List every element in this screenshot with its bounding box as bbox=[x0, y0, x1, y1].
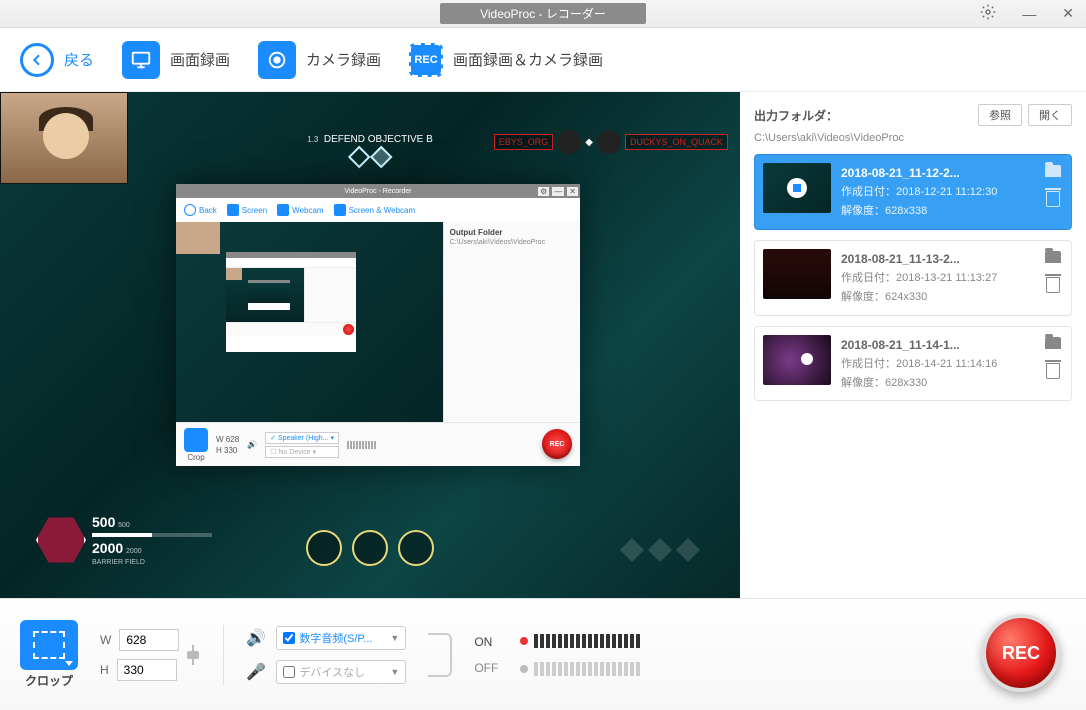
folder-icon[interactable] bbox=[1045, 337, 1061, 349]
recording-name: 2018-08-21_11-13-2... bbox=[841, 249, 1063, 269]
crop-button[interactable] bbox=[20, 620, 78, 670]
webcam-pip bbox=[0, 92, 128, 184]
crop-label: クロップ bbox=[25, 672, 73, 689]
recording-date: 作成日付：2018-12-21 11:12:30 bbox=[841, 183, 1063, 202]
recording-item[interactable]: 2018-08-21_11-12-2... 作成日付：2018-12-21 11… bbox=[754, 154, 1072, 230]
speaker-meter bbox=[520, 634, 640, 648]
height-label: H bbox=[100, 663, 109, 677]
screen-record-label: 画面録画 bbox=[170, 49, 230, 70]
microphone-icon: 🎤 bbox=[246, 662, 266, 682]
nested-toolbar: Back Screen Webcam Screen & Webcam bbox=[176, 198, 580, 222]
recording-item[interactable]: 2018-08-21_11-14-1... 作成日付：2018-14-21 11… bbox=[754, 326, 1072, 402]
recording-date: 作成日付：2018-14-21 11:14:16 bbox=[841, 355, 1063, 374]
recording-date: 作成日付：2018-13-21 11:13:27 bbox=[841, 269, 1063, 288]
lock-aspect-icon[interactable] bbox=[185, 645, 201, 665]
window-title: VideoProc - レコーダー bbox=[440, 3, 646, 24]
hud-players: EBYS_ORG ◆ DUCKYS_ON_QUACK bbox=[494, 130, 728, 154]
camera-record-label: カメラ録画 bbox=[306, 49, 381, 70]
recording-thumbnail bbox=[763, 249, 831, 299]
hud-bottom: 500 500 2000 2000 BARRIER FIELD bbox=[0, 510, 740, 580]
recording-name: 2018-08-21_11-14-1... bbox=[841, 335, 1063, 355]
back-button[interactable]: 戻る bbox=[20, 43, 94, 77]
trash-icon[interactable] bbox=[1046, 191, 1060, 207]
record-button[interactable]: REC bbox=[982, 614, 1060, 692]
off-label: OFF bbox=[474, 661, 498, 675]
recording-resolution: 解像度：628x330 bbox=[841, 374, 1063, 393]
mic-meter bbox=[520, 662, 640, 676]
hero-portrait bbox=[36, 515, 86, 565]
width-input[interactable] bbox=[119, 629, 179, 651]
preview-area[interactable]: 1.3 DEFEND OBJECTIVE B EBYS_ORG ◆ DUCKYS… bbox=[0, 92, 740, 598]
folder-icon[interactable] bbox=[1045, 251, 1061, 263]
trash-icon[interactable] bbox=[1046, 363, 1060, 379]
recording-thumbnail bbox=[763, 335, 831, 385]
recording-resolution: 解像度：628x338 bbox=[841, 202, 1063, 221]
mic-select[interactable]: デバイスなし▼ bbox=[276, 660, 406, 684]
open-button[interactable]: 開く bbox=[1028, 104, 1072, 126]
window-controls: — ✕ bbox=[974, 0, 1080, 27]
camera-icon bbox=[258, 41, 296, 79]
nested-window: VideoProc - Recorder ⚙—✕ Back Screen Web… bbox=[176, 184, 580, 466]
output-folder-label: 出力フォルダ： bbox=[754, 107, 838, 124]
rec-icon: REC bbox=[409, 43, 443, 77]
monitor-icon bbox=[122, 41, 160, 79]
recording-thumbnail bbox=[763, 163, 831, 213]
titlebar: VideoProc - レコーダー — ✕ bbox=[0, 0, 1086, 28]
folder-icon[interactable] bbox=[1045, 165, 1061, 177]
speaker-icon: 🔊 bbox=[246, 628, 266, 648]
minimize-button[interactable]: — bbox=[1016, 4, 1042, 24]
output-path: C:\Users\aki\Videos\VideoProc bbox=[754, 132, 1072, 144]
on-label: ON bbox=[474, 635, 498, 649]
main-content: 1.3 DEFEND OBJECTIVE B EBYS_ORG ◆ DUCKYS… bbox=[0, 92, 1086, 598]
height-input[interactable] bbox=[117, 659, 177, 681]
trash-icon[interactable] bbox=[1046, 277, 1060, 293]
chevron-down-icon bbox=[65, 661, 73, 666]
back-label: 戻る bbox=[64, 49, 94, 70]
toolbar: 戻る 画面録画 カメラ録画 REC 画面録画＆カメラ録画 bbox=[0, 28, 1086, 92]
recording-item[interactable]: 2018-08-21_11-13-2... 作成日付：2018-13-21 11… bbox=[754, 240, 1072, 316]
both-record-button[interactable]: REC 画面録画＆カメラ録画 bbox=[409, 43, 603, 77]
hud-objective: 1.3 DEFEND OBJECTIVE B bbox=[307, 134, 433, 165]
camera-record-button[interactable]: カメラ録画 bbox=[258, 41, 381, 79]
both-record-label: 画面録画＆カメラ録画 bbox=[453, 49, 603, 70]
settings-button[interactable] bbox=[974, 2, 1002, 25]
recording-resolution: 解像度：624x330 bbox=[841, 288, 1063, 307]
recording-name: 2018-08-21_11-12-2... bbox=[841, 163, 1063, 183]
chevron-down-icon: ▼ bbox=[390, 633, 399, 643]
browse-button[interactable]: 参照 bbox=[978, 104, 1022, 126]
screen-record-button[interactable]: 画面録画 bbox=[122, 41, 230, 79]
back-icon bbox=[20, 43, 54, 77]
nested-titlebar: VideoProc - Recorder ⚙—✕ bbox=[176, 184, 580, 198]
side-panel: 出力フォルダ： 参照 開く C:\Users\aki\Videos\VideoP… bbox=[740, 92, 1086, 598]
close-button[interactable]: ✕ bbox=[1056, 3, 1080, 24]
width-label: W bbox=[100, 633, 111, 647]
speaker-select[interactable]: 数字音频(S/P...▼ bbox=[276, 626, 406, 650]
footer: クロップ W H 🔊 数字音频(S/P...▼ 🎤 デバイスなし▼ ON OFF… bbox=[0, 598, 1086, 710]
chevron-down-icon: ▼ bbox=[390, 667, 399, 677]
